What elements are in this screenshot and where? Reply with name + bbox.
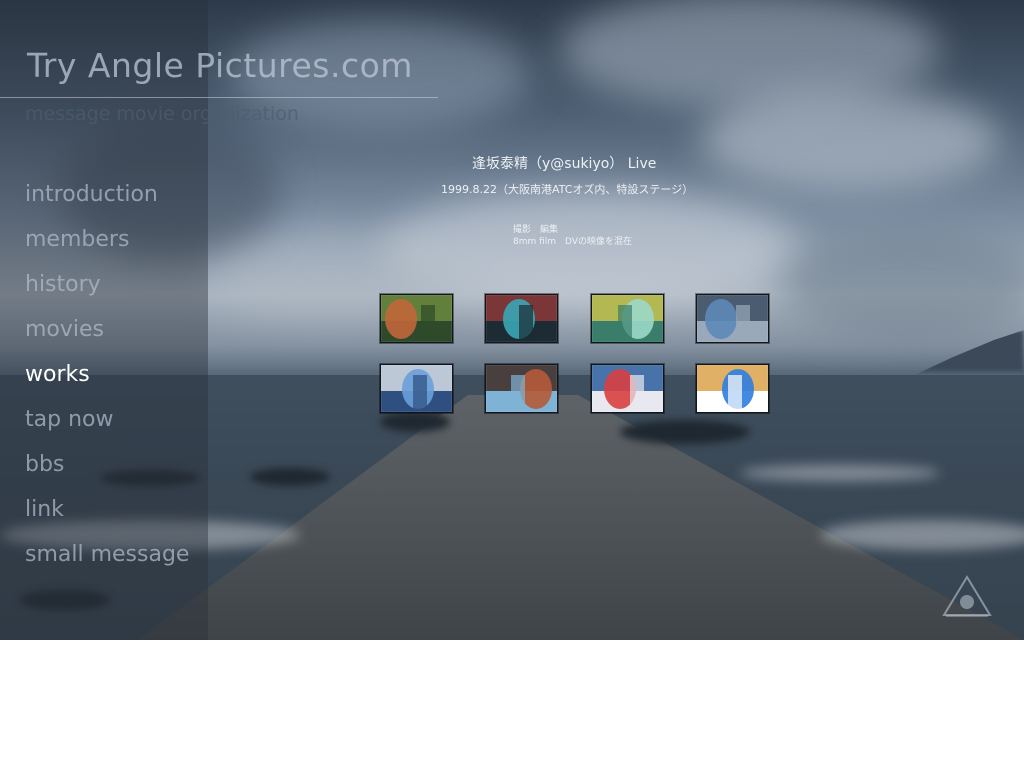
site-subtitle: message movie organization — [25, 103, 299, 125]
title-divider — [0, 97, 438, 98]
nav-item-small-message[interactable]: small message — [25, 538, 189, 583]
nav-item-works[interactable]: works — [25, 358, 189, 403]
work-title: 逢坂泰精（y@sukiyo） Live — [472, 156, 657, 172]
thumb-band[interactable] — [485, 364, 558, 413]
thumb-stage-wide[interactable] — [485, 294, 558, 343]
credit-line-format: 8mm film DVの映像を混在 — [513, 237, 632, 247]
work-credits: 撮影 編集 8mm film DVの映像を混在 — [513, 224, 632, 248]
nav-item-history[interactable]: history — [25, 268, 189, 313]
nav-item-movies[interactable]: movies — [25, 313, 189, 358]
nav-item-bbs[interactable]: bbs — [25, 448, 189, 493]
nav-item-members[interactable]: members — [25, 223, 189, 268]
nav-item-tap-now[interactable]: tap now — [25, 403, 189, 448]
nav-item-link[interactable]: link — [25, 493, 189, 538]
thumb-singer-red[interactable] — [591, 364, 664, 413]
thumb-microphone[interactable] — [696, 294, 769, 343]
thumb-singer-green[interactable] — [591, 294, 664, 343]
work-date: 1999.8.22（大阪南港ATCオズ内、特設ステージ） — [441, 183, 694, 196]
main-nav: introduction members history movies work… — [25, 178, 189, 583]
thumb-puppet[interactable] — [696, 364, 769, 413]
nav-item-introduction[interactable]: introduction — [25, 178, 189, 223]
thumb-building[interactable] — [380, 364, 453, 413]
credit-line-roles: 撮影 編集 — [513, 225, 559, 235]
thumb-guitar-closeup[interactable] — [380, 294, 453, 343]
triangle-logo-icon — [942, 575, 992, 617]
site-title[interactable]: Try Angle Pictures.com — [27, 46, 413, 85]
